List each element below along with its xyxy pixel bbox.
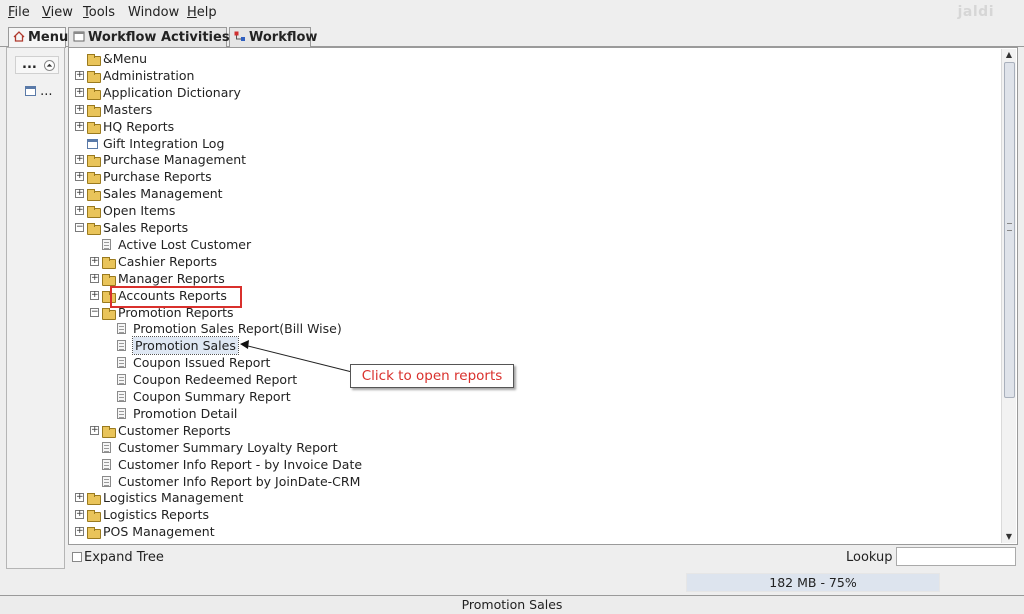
lookup-label: Lookup bbox=[846, 550, 893, 565]
tree-footer: Expand Tree Lookup bbox=[68, 546, 1018, 570]
lookup-input[interactable] bbox=[896, 547, 1016, 566]
expand-tree-label: Expand Tree bbox=[84, 550, 164, 565]
status-bar: Promotion Sales bbox=[0, 595, 1024, 614]
annotation-arrow bbox=[240, 340, 353, 373]
memory-indicator[interactable]: 182 MB - 75% bbox=[686, 573, 940, 592]
annotation-callout: Click to open reports bbox=[350, 364, 514, 388]
expand-tree-checkbox[interactable] bbox=[72, 552, 82, 562]
